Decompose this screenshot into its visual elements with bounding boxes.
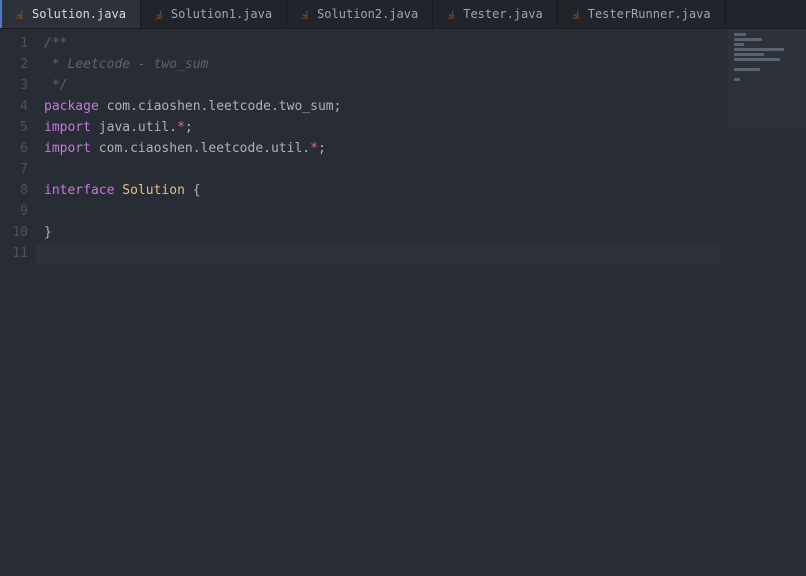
java-icon xyxy=(155,8,165,20)
minimap-line xyxy=(734,33,746,36)
code-token xyxy=(99,99,107,114)
line-number: 9 xyxy=(0,201,28,222)
editor-area: 1234567891011 /** * Leetcode - two_sum *… xyxy=(0,29,806,576)
tab-solution2-java[interactable]: Solution2.java xyxy=(287,0,433,28)
tab-solution1-java[interactable]: Solution1.java xyxy=(141,0,287,28)
code-token: ; xyxy=(318,141,326,156)
minimap-line xyxy=(734,38,762,41)
line-number: 3 xyxy=(0,75,28,96)
code-token xyxy=(185,183,193,198)
minimap-line xyxy=(734,68,760,71)
code-token: ; xyxy=(334,99,342,114)
code-token: * xyxy=(177,120,185,135)
code-line[interactable]: import com.ciaoshen.leetcode.util.*; xyxy=(44,138,806,159)
code-token: } xyxy=(44,225,52,240)
code-line[interactable] xyxy=(44,243,806,264)
code-line[interactable]: } xyxy=(44,222,806,243)
code-line[interactable]: package com.ciaoshen.leetcode.two_sum; xyxy=(44,96,806,117)
tab-label: Solution2.java xyxy=(317,7,418,21)
code-line[interactable]: /** xyxy=(44,33,806,54)
code-line[interactable]: import java.util.*; xyxy=(44,117,806,138)
code-token: java.util. xyxy=(99,120,177,135)
line-number: 4 xyxy=(0,96,28,117)
tab-label: Tester.java xyxy=(463,7,542,21)
tab-label: Solution1.java xyxy=(171,7,272,21)
line-number: 5 xyxy=(0,117,28,138)
code-token: package xyxy=(44,99,99,114)
code-token: * Leetcode - two_sum xyxy=(44,57,208,72)
minimap-line xyxy=(734,58,780,61)
line-number: 6 xyxy=(0,138,28,159)
java-icon xyxy=(572,8,582,20)
code-token: import xyxy=(44,120,91,135)
code-line[interactable] xyxy=(44,159,806,180)
tab-tester-java[interactable]: Tester.java xyxy=(433,0,557,28)
code-token: Solution xyxy=(122,183,185,198)
line-number: 7 xyxy=(0,159,28,180)
java-icon xyxy=(16,8,26,20)
tab-solution-java[interactable]: Solution.java xyxy=(0,0,141,28)
code-editor[interactable]: /** * Leetcode - two_sum */ package com.c… xyxy=(36,29,806,576)
line-number: 1 xyxy=(0,33,28,54)
line-number: 2 xyxy=(0,54,28,75)
code-token xyxy=(91,141,99,156)
minimap[interactable] xyxy=(728,29,806,129)
code-token: { xyxy=(193,183,201,198)
code-token xyxy=(91,120,99,135)
code-line[interactable] xyxy=(44,201,806,222)
tab-label: TesterRunner.java xyxy=(588,7,711,21)
java-icon xyxy=(447,8,457,20)
code-token: com.ciaoshen.leetcode.util. xyxy=(99,141,310,156)
line-number-gutter: 1234567891011 xyxy=(0,29,36,576)
code-token: ; xyxy=(185,120,193,135)
code-token: interface xyxy=(44,183,114,198)
tab-bar: Solution.java Solution1.java Solution2.jav… xyxy=(0,0,806,29)
line-number: 8 xyxy=(0,180,28,201)
code-line[interactable]: interface Solution { xyxy=(44,180,806,201)
line-number: 11 xyxy=(0,243,28,264)
tab-testerrunner-java[interactable]: TesterRunner.java xyxy=(558,0,726,28)
code-line[interactable]: */ xyxy=(44,75,806,96)
code-token: */ xyxy=(44,78,67,93)
code-token: * xyxy=(310,141,318,156)
code-token: /** xyxy=(44,36,67,51)
current-line-highlight xyxy=(0,243,720,264)
code-line[interactable]: * Leetcode - two_sum xyxy=(44,54,806,75)
minimap-line xyxy=(734,43,744,46)
code-token: import xyxy=(44,141,91,156)
java-icon xyxy=(301,8,311,20)
minimap-line xyxy=(734,53,764,56)
code-token: com.ciaoshen.leetcode.two_sum xyxy=(107,99,334,114)
line-number: 10 xyxy=(0,222,28,243)
minimap-line xyxy=(734,48,784,51)
tab-label: Solution.java xyxy=(32,7,126,21)
minimap-line xyxy=(734,78,740,81)
